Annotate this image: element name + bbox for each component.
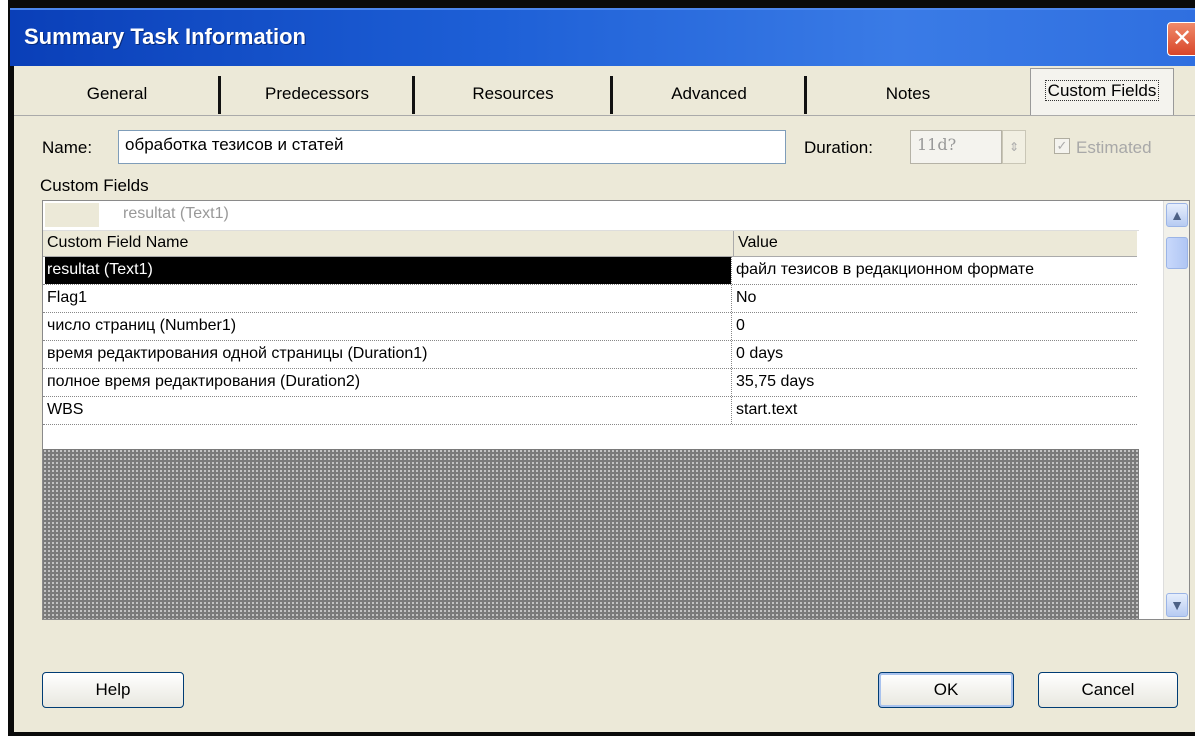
tab-separator — [610, 76, 613, 114]
grid-rows: resultat (Text1) файл тезисов в редакцио… — [43, 257, 1137, 425]
duration-spinner-icon[interactable]: ⇕ — [1002, 130, 1026, 164]
name-label: Name: — [42, 138, 93, 157]
duration-label: Duration: — [804, 138, 873, 157]
help-button[interactable]: Help — [42, 672, 184, 708]
tab-label: General — [86, 84, 148, 103]
estimated-checkbox[interactable]: ✓ — [1054, 138, 1070, 154]
tab-baseline — [14, 115, 1195, 116]
table-row[interactable]: resultat (Text1) файл тезисов в редакцио… — [43, 257, 1137, 285]
field-value-cell[interactable]: 0 days — [731, 341, 1137, 368]
column-header-value[interactable]: Value — [733, 231, 778, 257]
field-name-cell[interactable]: полное время редактирования (Duration2) — [45, 369, 731, 396]
grid-empty-area — [43, 449, 1139, 619]
tab-custom-fields[interactable]: Custom Fields — [1030, 68, 1174, 116]
ok-button[interactable]: OK — [878, 672, 1014, 708]
field-value-cell[interactable]: start.text — [731, 397, 1137, 424]
dialog-body: General Predecessors Resources Advanced … — [14, 66, 1195, 732]
tab-advanced[interactable]: Advanced — [616, 72, 802, 116]
scroll-thumb[interactable] — [1166, 237, 1188, 269]
column-header-name[interactable]: Custom Field Name — [47, 234, 188, 252]
field-value-cell[interactable]: 0 — [731, 313, 1137, 340]
scroll-down-icon[interactable]: ▼ — [1166, 593, 1188, 617]
close-icon[interactable]: ✕ — [1167, 22, 1195, 56]
field-value-cell[interactable]: 35,75 days — [731, 369, 1137, 396]
tab-general[interactable]: General — [14, 72, 220, 116]
edit-bar: resultat (Text1) — [43, 201, 1139, 231]
estimated-label: Estimated — [1076, 138, 1152, 157]
field-name-cell[interactable]: число страниц (Number1) — [45, 313, 731, 340]
field-name-cell[interactable]: время редактирования одной страницы (Dur… — [45, 341, 731, 368]
vertical-scrollbar[interactable]: ▲ ▼ — [1163, 201, 1189, 619]
grid-header: Custom Field Name Value — [43, 231, 1137, 257]
table-row[interactable]: Flag1 No — [43, 285, 1137, 313]
title-bar[interactable]: Summary Task Information ✕ — [10, 8, 1195, 66]
tab-label: Advanced — [671, 84, 747, 103]
window-title: Summary Task Information — [24, 24, 306, 49]
field-name-cell[interactable]: Flag1 — [45, 285, 731, 312]
edit-bar-input[interactable]: resultat (Text1) — [123, 205, 229, 223]
tab-label: Notes — [885, 84, 931, 103]
table-row[interactable]: число страниц (Number1) 0 — [43, 313, 1137, 341]
name-input[interactable]: обработка тезисов и статей — [118, 130, 786, 164]
tab-label: Resources — [472, 84, 554, 103]
edit-cell-box — [45, 203, 99, 227]
field-name-cell[interactable]: resultat (Text1) — [45, 257, 731, 284]
table-row[interactable]: время редактирования одной страницы (Dur… — [43, 341, 1137, 369]
table-row[interactable]: WBS start.text — [43, 397, 1137, 425]
duration-input[interactable]: 11d? — [910, 130, 1002, 164]
tab-label: Predecessors — [265, 84, 369, 103]
cancel-button[interactable]: Cancel — [1038, 672, 1178, 708]
tab-resources[interactable]: Resources — [418, 72, 608, 116]
field-value-cell[interactable]: No — [731, 285, 1137, 312]
custom-fields-grid: resultat (Text1) Custom Field Name Value… — [42, 200, 1190, 620]
tab-predecessors[interactable]: Predecessors — [224, 72, 410, 116]
tab-label: Custom Fields — [1044, 80, 1160, 101]
custom-fields-label: Custom Fields — [40, 176, 149, 195]
scroll-up-icon[interactable]: ▲ — [1166, 203, 1188, 227]
tab-separator — [412, 76, 415, 114]
table-row[interactable]: полное время редактирования (Duration2) … — [43, 369, 1137, 397]
tab-separator — [804, 76, 807, 114]
field-name-cell[interactable]: WBS — [45, 397, 731, 424]
tab-notes[interactable]: Notes — [810, 72, 1006, 116]
tab-separator — [218, 76, 221, 114]
tab-strip: General Predecessors Resources Advanced … — [14, 66, 1195, 116]
field-value-cell[interactable]: файл тезисов в редакционном формате — [731, 257, 1137, 284]
